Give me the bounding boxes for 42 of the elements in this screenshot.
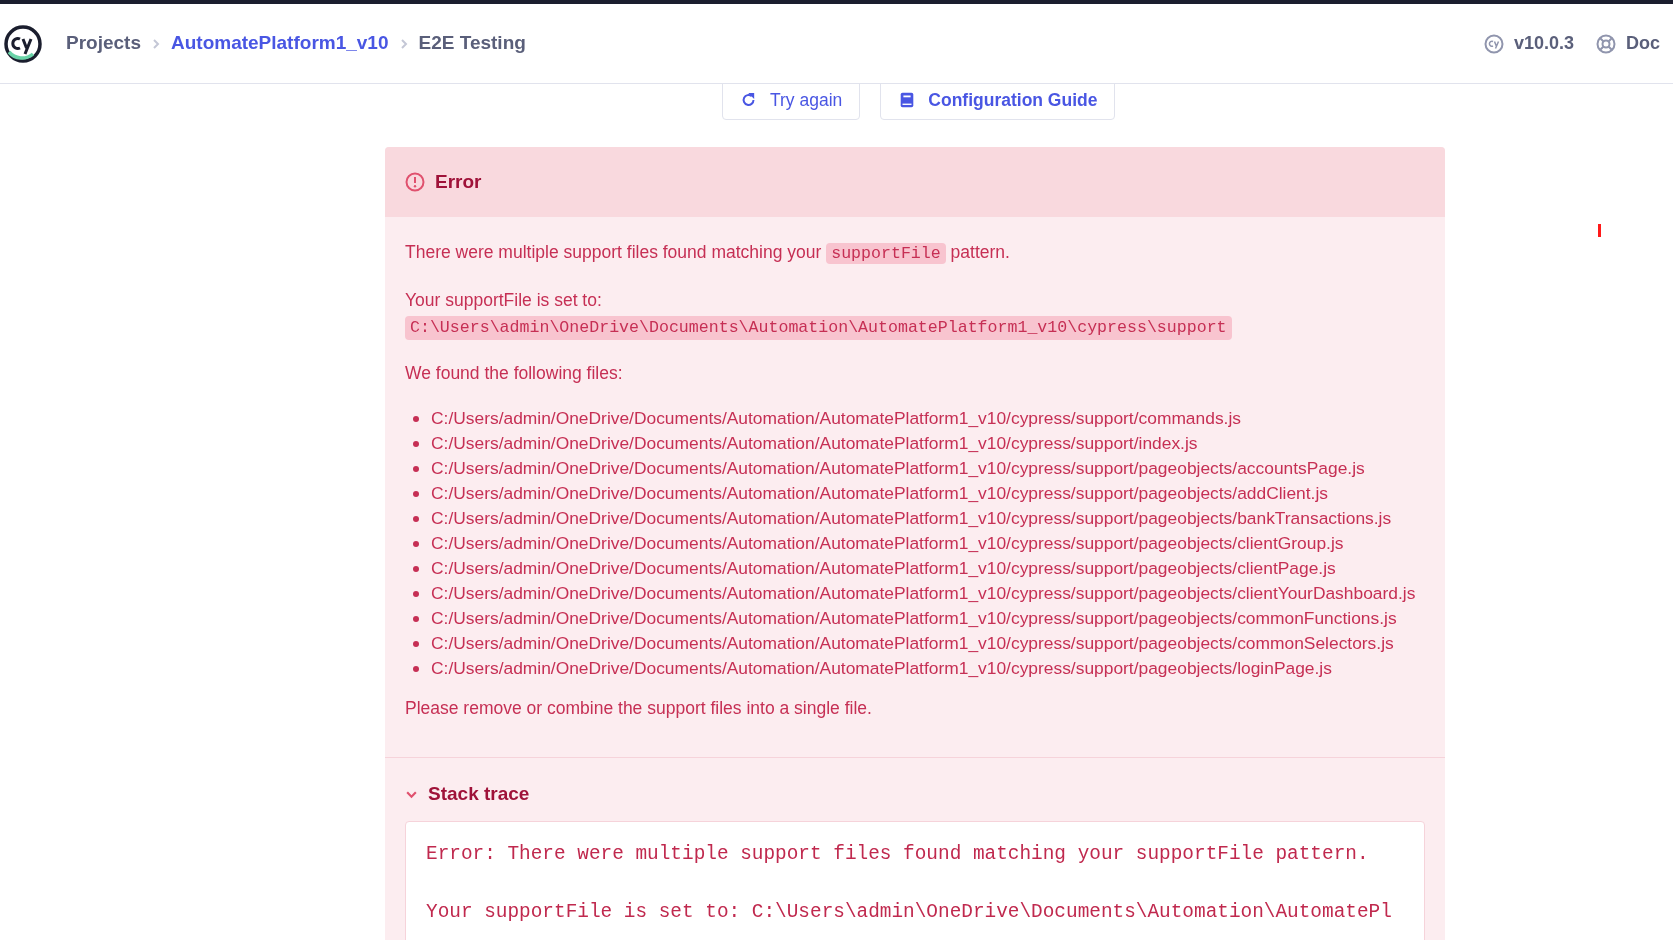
file-path: C:/Users/admin/OneDrive/Documents/Automation/AutomatePlatform1_v10/cypress/support/commands.js	[431, 407, 1241, 430]
lifebuoy-icon[interactable]	[1596, 33, 1617, 54]
bullet-icon	[413, 615, 419, 622]
support-file-path: C:\Users\admin\OneDrive\Documents\Automation\AutomatePlatform1_v10\cypress\support	[405, 316, 1232, 340]
file-path: C:/Users/admin/OneDrive/Documents/Automation/AutomatePlatform1_v10/cypress/support/pageobjects/accountsPage.js	[431, 457, 1365, 480]
bullet-icon	[413, 565, 419, 572]
error-message: There were multiple support files found matching your supportFile pattern.	[405, 241, 1011, 266]
error-title: Error	[435, 169, 482, 194]
bullet-icon	[413, 440, 419, 447]
bullet-icon	[413, 490, 419, 497]
cypress-logo-icon[interactable]	[3, 23, 43, 64]
file-path: C:/Users/admin/OneDrive/Documents/Automation/AutomatePlatform1_v10/cypress/support/pageobjects/commonSelectors.js	[431, 632, 1394, 655]
file-path: C:/Users/admin/OneDrive/Documents/Automation/AutomatePlatform1_v10/cypress/support/index.js	[431, 432, 1198, 455]
file-path: C:/Users/admin/OneDrive/Documents/Automation/AutomatePlatform1_v10/cypress/support/pageobjects/clientPage.js	[431, 557, 1336, 580]
bullet-icon	[413, 540, 419, 547]
chevron-right-icon	[398, 38, 409, 49]
stack-trace-line: Your supportFile is set to: C:\Users\admin\OneDrive\Documents\Automation\AutomatePl	[426, 899, 1392, 924]
bullet-icon	[413, 640, 419, 647]
chevron-right-icon	[151, 38, 161, 49]
version-text: v10.0.3	[1514, 32, 1575, 55]
bullet-icon	[413, 465, 419, 472]
bullet-icon	[413, 665, 419, 672]
bullet-icon	[413, 590, 419, 597]
bullet-icon	[413, 415, 419, 422]
file-path: C:/Users/admin/OneDrive/Documents/Automation/AutomatePlatform1_v10/cypress/support/pageobjects/clientGroup.js	[431, 532, 1344, 555]
alert-icon	[405, 172, 425, 192]
text-cursor	[1598, 224, 1601, 237]
bullet-icon	[413, 515, 419, 522]
advice-text: Please remove or combine the support files into a single file.	[405, 697, 873, 720]
breadcrumb-link[interactable]: Projects	[66, 29, 141, 58]
stack-trace-toggle[interactable]: Stack trace	[405, 780, 530, 809]
support-file-label: Your supportFile is set to:	[405, 289, 603, 312]
docs-link[interactable]: Doc	[1626, 30, 1661, 57]
files-label: We found the following files:	[405, 362, 624, 385]
stack-trace-line: Error: There were multiple support files found matching your supportFile pattern.	[426, 841, 1369, 866]
breadcrumb-text: E2E Testing	[418, 31, 526, 56]
file-path: C:/Users/admin/OneDrive/Documents/Automation/AutomatePlatform1_v10/cypress/support/pageobjects/commonFunctions.js	[431, 607, 1397, 630]
file-path: C:/Users/admin/OneDrive/Documents/Automation/AutomatePlatform1_v10/cypress/support/pageobjects/loginPage.js	[431, 657, 1332, 680]
file-path: C:/Users/admin/OneDrive/Documents/Automation/AutomatePlatform1_v10/cypress/support/pageobjects/bankTransactions.js	[431, 507, 1392, 530]
breadcrumb-link[interactable]: AutomatePlatform1_v10	[171, 29, 389, 58]
file-path: C:/Users/admin/OneDrive/Documents/Automation/AutomatePlatform1_v10/cypress/support/pageobjects/clientYourDashboard.js	[431, 582, 1416, 605]
file-path: C:/Users/admin/OneDrive/Documents/Automation/AutomatePlatform1_v10/cypress/support/pageobjects/addClient.js	[431, 482, 1328, 505]
